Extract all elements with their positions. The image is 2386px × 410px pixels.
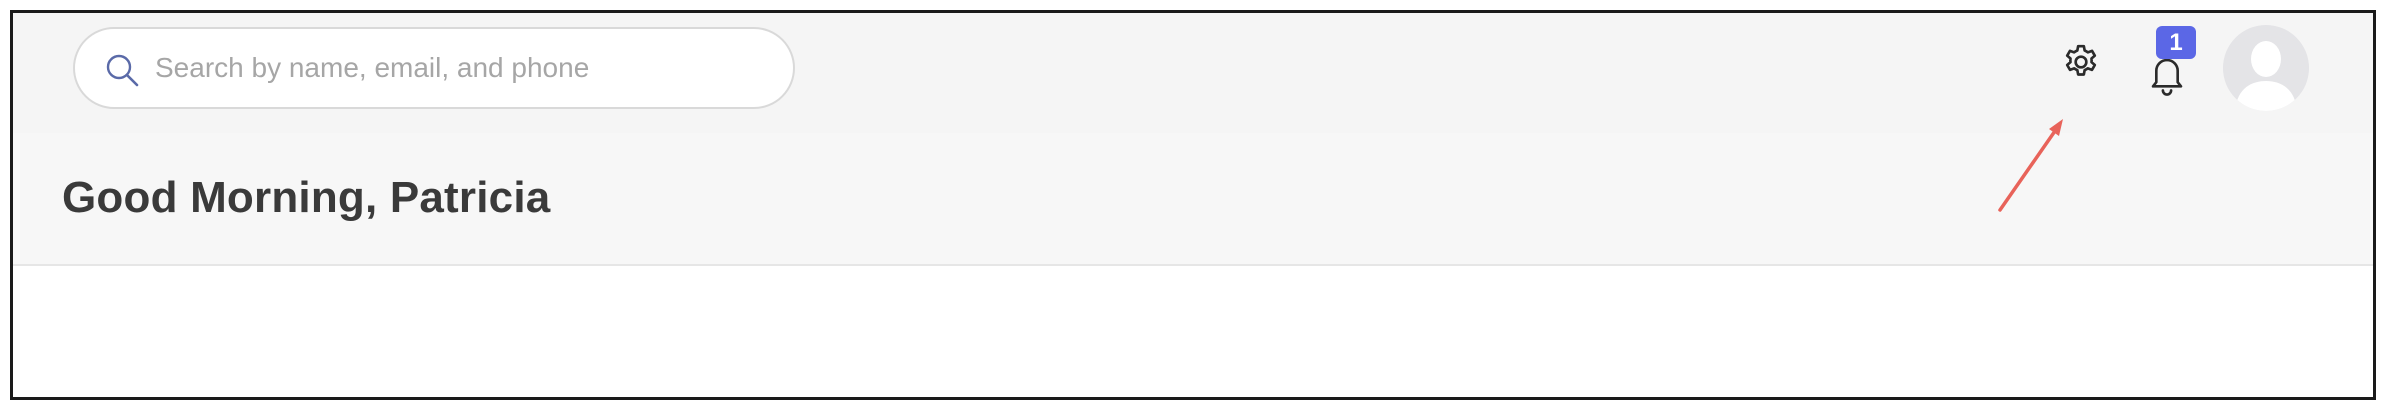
top-bar: 1	[13, 13, 2373, 133]
page-title: Good Morning, Patricia	[62, 173, 551, 222]
settings-button[interactable]	[2059, 40, 2103, 84]
search-icon	[106, 54, 139, 87]
gear-icon	[2065, 44, 2097, 76]
notification-count-badge: 1	[2156, 26, 2196, 59]
page-header: 1 Good Morning, Patricia	[13, 13, 2373, 266]
search-input[interactable]	[155, 29, 763, 107]
avatar[interactable]	[2223, 25, 2309, 111]
app-window: 1 Good Morning, Patricia	[10, 10, 2376, 400]
user-placeholder-icon	[2223, 25, 2309, 111]
search-box[interactable]	[73, 27, 795, 109]
